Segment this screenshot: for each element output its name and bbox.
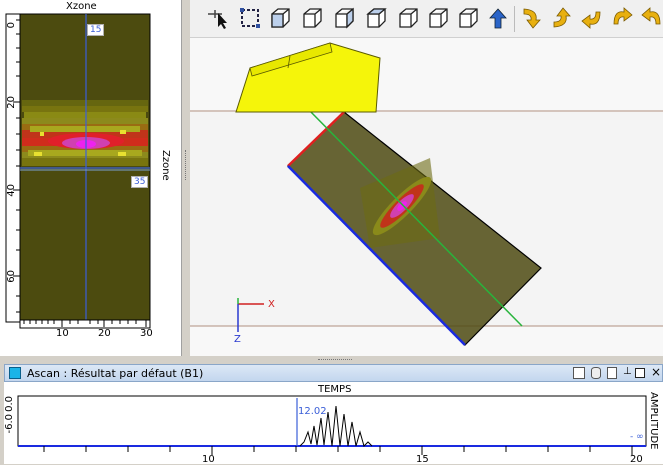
ascan-window-icon	[9, 367, 21, 379]
rotate-undo-icon[interactable]	[640, 6, 663, 30]
zoom-box-icon[interactable]	[238, 6, 262, 30]
cube-view-2-icon[interactable]	[300, 6, 324, 30]
view3d-scene[interactable]	[190, 38, 663, 356]
bscan-z-tick-20: 20	[6, 96, 17, 109]
ascan-x-tick-20: 20	[630, 454, 643, 465]
rotate-right-icon[interactable]	[610, 6, 634, 30]
bscan-z-tick-60: 60	[6, 270, 17, 283]
ascan-page-icon[interactable]	[607, 367, 617, 379]
hsplit-grip-icon	[318, 359, 352, 361]
bscan-z-tick-40: 40	[6, 184, 17, 197]
ascan-grid-icon[interactable]	[573, 367, 585, 379]
cube-view-7-icon[interactable]	[456, 6, 480, 30]
up-arrow-icon[interactable]	[486, 6, 510, 30]
ascan-min-value: - ∞	[630, 432, 644, 442]
bscan-z-tick-0: 0	[6, 22, 17, 29]
axis-x-label: X	[268, 299, 275, 310]
ascan-pin-icon[interactable]: ⊥	[623, 366, 632, 377]
ascan-cursor-value: 12.02	[298, 406, 327, 417]
ascan-titlebar[interactable]: Ascan : Résultat par défaut (B1) ⊥ ×	[4, 364, 663, 382]
view3d-panel[interactable]: X Z	[190, 0, 663, 356]
ascan-title: Ascan : Résultat par défaut (B1)	[27, 367, 204, 380]
cube-view-1-icon[interactable]	[268, 6, 292, 30]
cube-view-3-icon[interactable]	[332, 6, 356, 30]
rotate-left-icon[interactable]	[580, 6, 604, 30]
horizontal-splitter[interactable]	[0, 356, 663, 364]
bscan-x-tick-30: 30	[140, 328, 153, 339]
view3d-toolbar	[190, 0, 663, 38]
ascan-close-icon[interactable]: ×	[651, 365, 661, 379]
ascan-plot[interactable]: TEMPS AMPLITUDE 0.0 -6.0 12.02 - ∞ 10 15…	[4, 382, 663, 465]
select-arrow-icon[interactable]	[206, 6, 230, 30]
splitter-grip-icon	[185, 150, 187, 180]
toolbar-separator	[514, 6, 515, 32]
cube-view-6-icon[interactable]	[426, 6, 450, 30]
cube-view-5-icon[interactable]	[396, 6, 420, 30]
bscan-x-tick-20: 20	[98, 328, 111, 339]
cube-view-4-icon[interactable]	[364, 6, 388, 30]
bscan-image[interactable]	[0, 0, 182, 356]
bscan-x-tick-10: 10	[56, 328, 69, 339]
bscan-z-cursor-value: 35	[131, 176, 149, 188]
ascan-y-tick-6: -6.0	[4, 414, 15, 434]
rotate-down-icon[interactable]	[518, 6, 542, 30]
ascan-y-tick-0: 0.0	[4, 396, 15, 412]
rotate-up-icon[interactable]	[548, 6, 572, 30]
bscan-panel[interactable]: Xzone Zzone 0 20 40 60 10 20 30 15 35	[0, 0, 182, 356]
ascan-restore-icon[interactable]	[635, 368, 645, 378]
vertical-splitter[interactable]	[182, 0, 190, 356]
ascan-database-icon[interactable]	[591, 367, 601, 379]
axis-z-label: Z	[234, 334, 241, 345]
ascan-x-tick-10: 10	[202, 454, 215, 465]
ascan-x-tick-15: 15	[416, 454, 429, 465]
bscan-x-cursor-value: 15	[87, 24, 105, 36]
